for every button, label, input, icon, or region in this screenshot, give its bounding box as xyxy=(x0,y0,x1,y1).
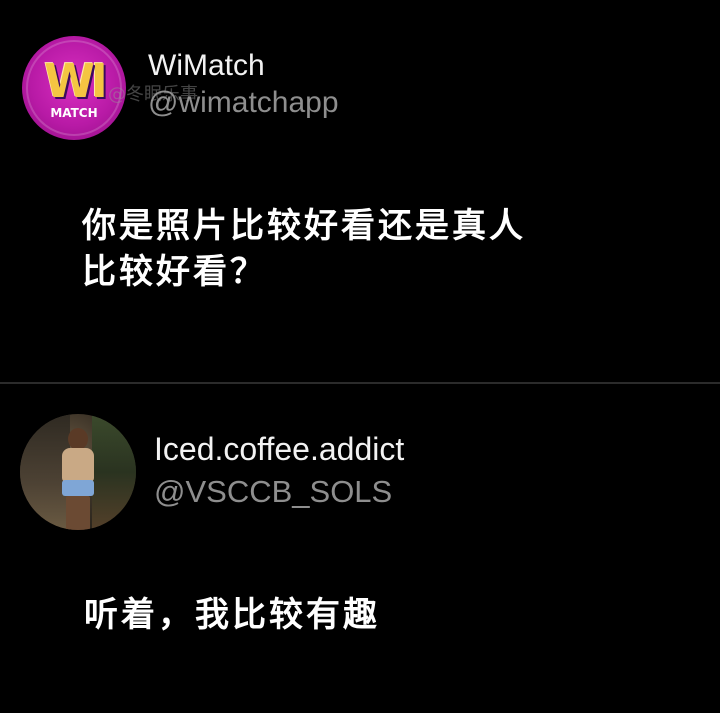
post-wimatch: WI MATCH WiMatch @wimatchapp @冬眠乐事 你是照片比… xyxy=(0,0,720,382)
post-text-line: 听着，我比较有趣 xyxy=(84,595,380,635)
wimatch-logo-sub: MATCH xyxy=(50,106,98,120)
photo-figure xyxy=(62,480,94,496)
post-text-line: 比较好看？ xyxy=(82,252,267,292)
display-name[interactable]: Iced.coffee.addict xyxy=(154,431,404,468)
user-handle[interactable]: @VSCCB_SOLS xyxy=(154,474,392,510)
avatar-user-photo[interactable] xyxy=(20,414,136,530)
post-text-line: 你是照片比较好看还是真人 xyxy=(82,206,526,246)
photo-figure xyxy=(62,448,94,482)
display-name[interactable]: WiMatch xyxy=(148,49,265,83)
photo-figure xyxy=(68,428,88,450)
watermark: @冬眠乐事 xyxy=(108,84,198,105)
photo-figure xyxy=(66,496,90,530)
photo-background xyxy=(92,414,136,530)
